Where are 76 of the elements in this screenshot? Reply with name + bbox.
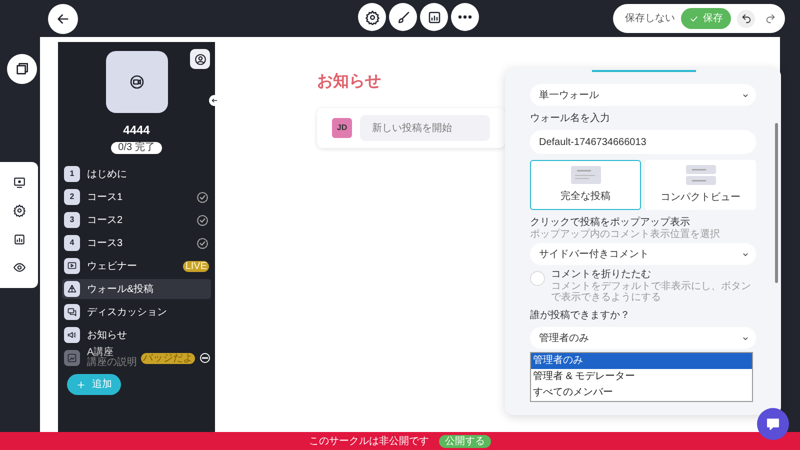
- popup-select[interactable]: サイドバー付きコメント: [530, 243, 756, 265]
- progress-badge: 0/3 完了: [111, 142, 162, 154]
- megaphone-icon: [64, 327, 80, 343]
- item-label: はじめに: [87, 168, 128, 182]
- post-layout-icon: [570, 166, 600, 184]
- sidebar-item[interactable]: 1 はじめに: [62, 164, 211, 184]
- back-button[interactable]: [48, 4, 78, 34]
- item-label: コース2: [87, 214, 124, 228]
- post-input[interactable]: 新しい投稿を開始: [360, 115, 490, 141]
- collapse-button[interactable]: [209, 95, 220, 106]
- status-badge: LIVE: [183, 260, 209, 272]
- layout-option[interactable]: 完全な投稿: [530, 160, 641, 210]
- step-number: 4: [64, 235, 80, 251]
- sidebar-item[interactable]: ウェビナー LIVE: [62, 256, 211, 276]
- sidebar-item[interactable]: お知らせ: [62, 325, 211, 345]
- post-layout-icon: [686, 165, 716, 185]
- image-icon: [64, 350, 80, 366]
- dropdown-option[interactable]: 管理者のみ: [531, 353, 752, 369]
- wall-type-select[interactable]: 単一ウォール: [530, 84, 756, 106]
- field-hint: コメントをデフォルトで非表示にし、ボタンで表示できるようにする: [551, 281, 751, 303]
- layout-option[interactable]: コンパクトビュー: [645, 160, 756, 210]
- check-icon: [689, 14, 699, 24]
- chart-button[interactable]: [420, 3, 448, 31]
- page-title: お知らせ: [317, 72, 381, 92]
- sidebar-item[interactable]: 2 コース1: [62, 187, 211, 207]
- profile-button[interactable]: [190, 49, 210, 69]
- settings-button[interactable]: [358, 3, 386, 31]
- squares-icon: [14, 61, 30, 77]
- step-number: 1: [64, 166, 80, 182]
- item-label: ウェビナー: [87, 260, 138, 274]
- step-number: 2: [64, 189, 80, 205]
- chat-bubble-icon: [765, 416, 781, 432]
- plus-icon: [76, 380, 86, 390]
- sidebar-item[interactable]: ウォール&投稿: [62, 279, 211, 299]
- item-label: A講座: [87, 348, 115, 358]
- item-label: コース1: [87, 190, 124, 204]
- sidebar-item[interactable]: ディスカッション: [62, 302, 211, 322]
- step-number: 3: [64, 212, 80, 228]
- item-label: コース3: [87, 236, 124, 250]
- wall-name-input[interactable]: Default-1746734666013: [530, 130, 756, 154]
- collapse-checkbox[interactable]: [530, 271, 545, 286]
- banner-text: このサークルは非公開です: [309, 434, 429, 448]
- item-label: ウォール&投稿: [87, 282, 155, 296]
- undo-icon: [740, 13, 752, 24]
- undo-button[interactable]: [737, 10, 755, 28]
- field-label: ウォール名を入力: [530, 112, 611, 126]
- more-button[interactable]: [451, 3, 479, 31]
- item-subtitle: 講座の説明: [87, 358, 137, 368]
- poster-select[interactable]: 管理者のみ: [530, 327, 756, 349]
- settings-icon: [364, 10, 380, 24]
- redo-icon: [764, 13, 776, 24]
- dropdown-option[interactable]: すべてのメンバー: [531, 385, 752, 401]
- checkbox-label: コメントを折りたたむ: [551, 269, 652, 281]
- arrow-left-icon: [210, 96, 219, 105]
- chat-icon: [64, 304, 80, 320]
- field-label: クリックで投稿をポップアップ表示: [530, 217, 691, 228]
- field-hint: ポップアップ内のコメント表示位置を選択: [530, 229, 721, 240]
- chart-icon: [426, 10, 442, 24]
- dropdown-option[interactable]: 管理者 & モデレーター: [531, 369, 752, 385]
- more-icon: [458, 15, 472, 19]
- sidebar-item[interactable]: 4 コース3: [62, 233, 211, 253]
- sidebar-item[interactable]: 3 コース2: [62, 210, 211, 230]
- discard-button[interactable]: 保存しない: [625, 11, 675, 26]
- status-badge: バッジだよ: [141, 352, 195, 364]
- field-label: 誰が投稿できますか？: [530, 308, 631, 323]
- more-icon[interactable]: [199, 352, 211, 364]
- brush-button[interactable]: [389, 3, 417, 31]
- course-title: 4444: [123, 122, 150, 139]
- layout-button[interactable]: [7, 54, 37, 84]
- item-label: お知らせ: [87, 328, 128, 342]
- video-icon: [64, 258, 80, 274]
- user-icon: [194, 52, 206, 66]
- avatar: JD: [332, 118, 352, 138]
- video-icon: [128, 74, 144, 90]
- brush-icon: [396, 10, 410, 24]
- item-label: ディスカッション: [87, 306, 168, 320]
